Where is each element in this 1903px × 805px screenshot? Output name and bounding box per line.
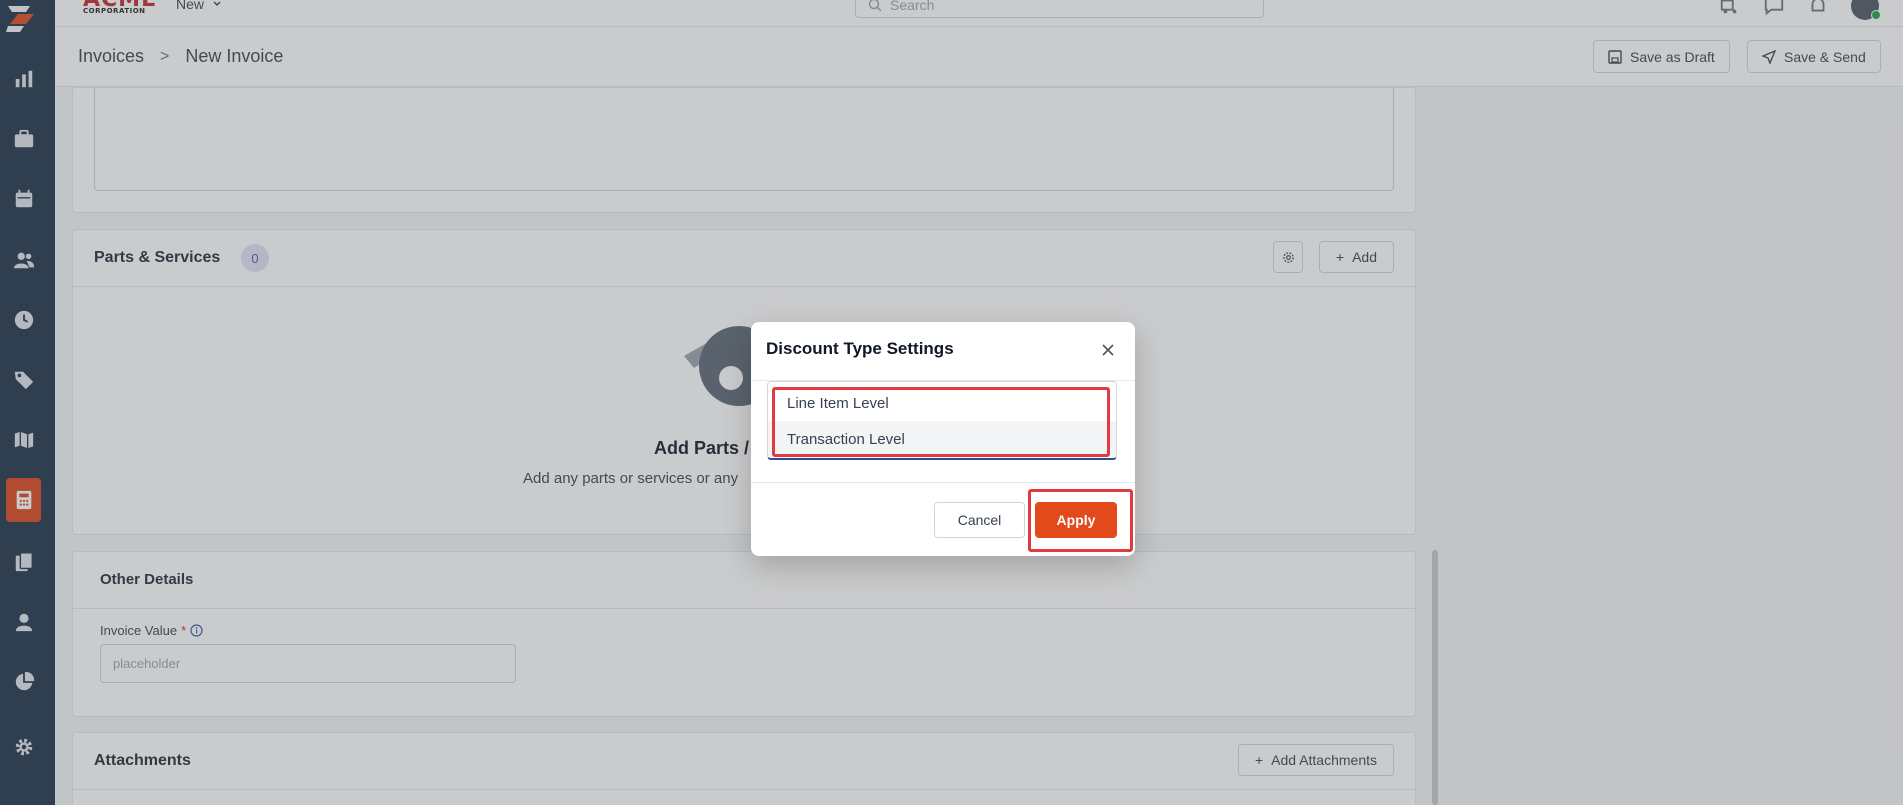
modal-footer-divider: [751, 482, 1135, 483]
option-transaction-level[interactable]: Transaction Level: [768, 421, 1116, 457]
apply-button[interactable]: Apply: [1035, 502, 1117, 538]
close-icon[interactable]: [1101, 343, 1115, 357]
cancel-button[interactable]: Cancel: [934, 502, 1025, 538]
option-line-item-level[interactable]: Line Item Level: [768, 385, 1116, 421]
discount-type-modal: Discount Type Settings Line Item Level T…: [751, 322, 1135, 556]
discount-type-dropdown[interactable]: Line Item Level Transaction Level: [767, 381, 1117, 460]
modal-title: Discount Type Settings: [766, 339, 954, 358]
